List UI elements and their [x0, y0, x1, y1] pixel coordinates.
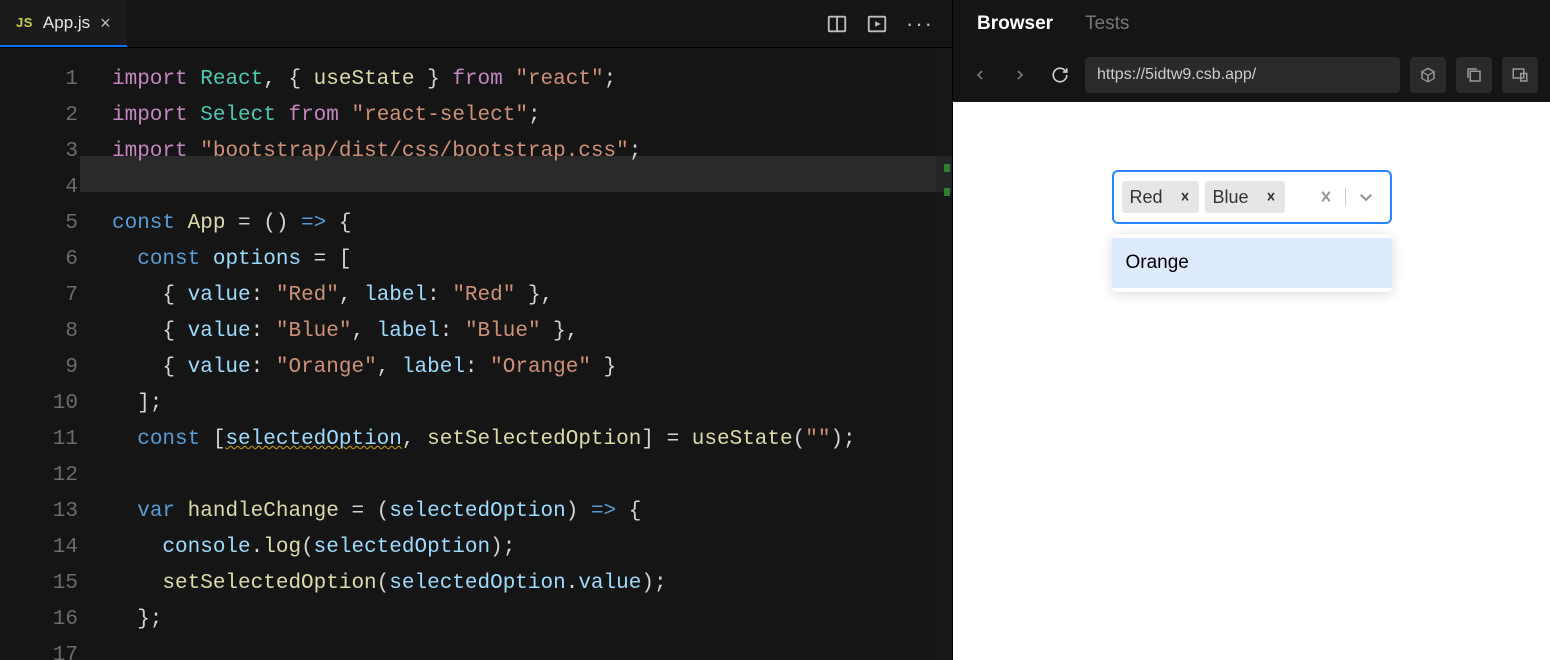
line-number: 8	[0, 314, 78, 350]
select-value-container: Red Blue	[1122, 181, 1307, 213]
browser-viewport: Red Blue Orange	[953, 102, 1550, 660]
forward-icon[interactable]	[1005, 60, 1035, 90]
more-actions-icon[interactable]: ···	[906, 11, 934, 37]
open-new-window-icon[interactable]	[1456, 57, 1492, 93]
code-line[interactable]	[112, 458, 952, 494]
code-line[interactable]: { value: "Red", label: "Red" },	[112, 278, 952, 314]
code-line[interactable]: setSelectedOption(selectedOption.value);	[112, 566, 952, 602]
code-line[interactable]: import "bootstrap/dist/css/bootstrap.css…	[112, 134, 952, 170]
select-tag-remove-icon[interactable]	[1171, 181, 1199, 213]
code-line[interactable]: const [selectedOption, setSelectedOption…	[112, 422, 952, 458]
select-menu: Orange	[1112, 234, 1392, 292]
line-number: 6	[0, 242, 78, 278]
select-tag: Red	[1122, 181, 1199, 213]
select-tag: Blue	[1205, 181, 1285, 213]
line-number-gutter: 1234567891011121314151617	[0, 48, 96, 660]
select-clear-icon[interactable]	[1307, 178, 1345, 216]
editor-tab-bar: JS App.js × ···	[0, 0, 952, 48]
code-line[interactable]: import React, { useState } from "react";	[112, 62, 952, 98]
line-number: 14	[0, 530, 78, 566]
address-bar[interactable]	[1085, 57, 1400, 93]
select-tag-remove-icon[interactable]	[1257, 181, 1285, 213]
code-area[interactable]: 1234567891011121314151617 import React, …	[0, 48, 952, 660]
code-line[interactable]: const options = [	[112, 242, 952, 278]
code-line[interactable]: var handleChange = (selectedOption) => {	[112, 494, 952, 530]
editor-pane: JS App.js × ··· 123456789101112131415161…	[0, 0, 952, 660]
toggle-responsive-icon[interactable]	[1502, 57, 1538, 93]
back-icon[interactable]	[965, 60, 995, 90]
select-control[interactable]: Red Blue	[1112, 170, 1392, 224]
code-content[interactable]: import React, { useState } from "react";…	[96, 48, 952, 660]
code-line[interactable]: ];	[112, 386, 952, 422]
line-number: 3	[0, 134, 78, 170]
tab-tests[interactable]: Tests	[1085, 13, 1129, 35]
line-number: 12	[0, 458, 78, 494]
tab-browser[interactable]: Browser	[977, 13, 1053, 35]
split-editor-icon[interactable]	[826, 13, 848, 35]
select-option[interactable]: Orange	[1112, 238, 1392, 288]
line-number: 1	[0, 62, 78, 98]
line-number: 13	[0, 494, 78, 530]
editor-tab-actions: ···	[826, 0, 952, 47]
line-number: 17	[0, 638, 78, 660]
line-number: 7	[0, 278, 78, 314]
preview-icon[interactable]	[866, 13, 888, 35]
editor-tab-filename: App.js	[43, 13, 90, 33]
code-line[interactable]: { value: "Blue", label: "Blue" },	[112, 314, 952, 350]
code-line[interactable]: console.log(selectedOption);	[112, 530, 952, 566]
preview-pane: Browser Tests	[952, 0, 1550, 660]
code-line[interactable]: { value: "Orange", label: "Orange" }	[112, 350, 952, 386]
select-dropdown-icon[interactable]	[1346, 178, 1386, 216]
line-number: 9	[0, 350, 78, 386]
js-file-icon: JS	[16, 15, 33, 30]
open-codesandbox-icon[interactable]	[1410, 57, 1446, 93]
editor-tab-app-js[interactable]: JS App.js ×	[0, 0, 127, 47]
select-tag-label: Blue	[1205, 187, 1257, 208]
line-number: 4	[0, 170, 78, 206]
line-number: 5	[0, 206, 78, 242]
code-line[interactable]	[112, 638, 952, 660]
line-number: 10	[0, 386, 78, 422]
code-line[interactable]: const App = () => {	[112, 206, 952, 242]
line-number: 11	[0, 422, 78, 458]
browser-toolbar	[953, 48, 1550, 102]
preview-tab-bar: Browser Tests	[953, 0, 1550, 48]
code-line[interactable]: };	[112, 602, 952, 638]
close-tab-icon[interactable]: ×	[100, 14, 111, 32]
code-line[interactable]: import Select from "react-select";	[112, 98, 952, 134]
line-number: 2	[0, 98, 78, 134]
select-tag-label: Red	[1122, 187, 1171, 208]
line-number: 15	[0, 566, 78, 602]
line-number: 16	[0, 602, 78, 638]
react-select: RedBlue Orange	[1112, 170, 1392, 224]
reload-icon[interactable]	[1045, 60, 1075, 90]
code-line[interactable]	[112, 170, 952, 206]
